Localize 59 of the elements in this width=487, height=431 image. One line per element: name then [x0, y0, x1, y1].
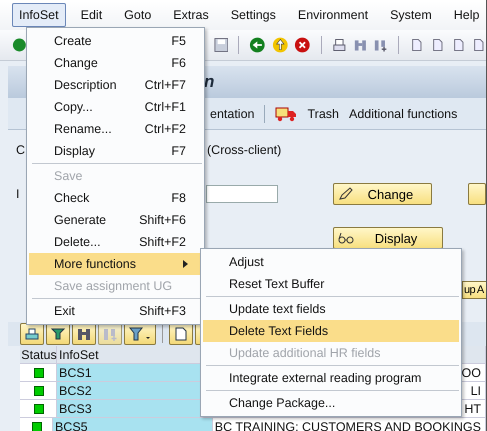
table-cell: BCS5 [52, 418, 213, 431]
change-button[interactable]: Change [332, 183, 432, 205]
column-header: Status [20, 346, 57, 363]
exit-icon[interactable] [272, 36, 288, 54]
binoculars-icon [76, 327, 92, 341]
infoset-input-field[interactable] [206, 185, 278, 203]
menu-item[interactable]: Exit Shift+F3 [29, 300, 202, 322]
menu-item[interactable]: Adjust [203, 251, 459, 273]
print-button[interactable] [20, 323, 44, 345]
page-icon [173, 327, 189, 341]
page-icon[interactable] [471, 37, 486, 53]
menu-item[interactable]: Reset Text Buffer [203, 273, 459, 295]
print-icon[interactable] [332, 37, 347, 53]
screen-title: n [204, 72, 214, 92]
save-icon[interactable] [214, 37, 228, 53]
toolbar-button[interactable]: Additional functions [348, 106, 458, 120]
partial-button[interactable]: up A [462, 281, 486, 299]
funnel-icon [50, 327, 66, 341]
menu-item[interactable]: Description Ctrl+F7 [29, 74, 202, 96]
page-icon[interactable] [409, 37, 424, 53]
document-button[interactable] [169, 323, 193, 345]
pencil-icon [338, 187, 354, 201]
menu-bar-item[interactable]: Settings [224, 3, 283, 27]
glasses-icon [338, 231, 354, 245]
menu-bar-item[interactable]: Edit [74, 3, 110, 27]
menu-item[interactable]: Integrate external reading program [203, 367, 459, 389]
truck-icon[interactable] [275, 106, 298, 122]
filter-icon [129, 327, 151, 341]
menu-bar-item[interactable]: Goto [117, 3, 158, 27]
menu-item[interactable]: Display F7 [29, 140, 202, 162]
cancel-icon[interactable] [294, 36, 312, 54]
find-button[interactable] [72, 323, 96, 345]
menu-bar-item[interactable]: Help [446, 3, 486, 27]
menu-bar-item[interactable]: Environment [290, 3, 376, 27]
toolbar-button[interactable]: Trash [307, 106, 339, 120]
printer-icon [24, 327, 40, 341]
scope-text: (Cross-client) [207, 143, 282, 157]
menu-item[interactable]: Delete... Shift+F2 [29, 231, 202, 253]
menu-item[interactable]: More functions [29, 253, 202, 275]
menu-bar-item[interactable]: InfoSet [12, 3, 66, 27]
menu-item[interactable]: Rename... Ctrl+F2 [29, 118, 202, 140]
back-icon[interactable] [249, 36, 266, 54]
menu-item[interactable]: Change F6 [29, 52, 202, 74]
menu-item[interactable]: Update text fields [203, 298, 459, 320]
menu-item[interactable]: Create F5 [29, 30, 202, 52]
table-cell: BC TRAINING: CUSTOMERS AND BOOKINGS [212, 418, 486, 431]
menu-item[interactable]: Check F8 [29, 187, 202, 209]
partial-button[interactable] [468, 183, 486, 205]
menu-bar-item[interactable]: Extras [166, 3, 216, 27]
filter-button[interactable] [124, 323, 156, 345]
menu-item[interactable]: Generate Shift+F6 [29, 209, 202, 231]
binoculars-plus-icon [102, 327, 118, 341]
menu-item[interactable]: Delete Text Fields [203, 320, 459, 342]
menu-item[interactable]: Copy... Ctrl+F1 [29, 96, 202, 118]
display-button[interactable]: Display [333, 227, 443, 249]
toolbar-button[interactable]: entation [210, 106, 254, 120]
field-label: I [16, 187, 20, 201]
menu-bar-item[interactable]: System [383, 3, 439, 27]
field-label: C [16, 143, 26, 157]
